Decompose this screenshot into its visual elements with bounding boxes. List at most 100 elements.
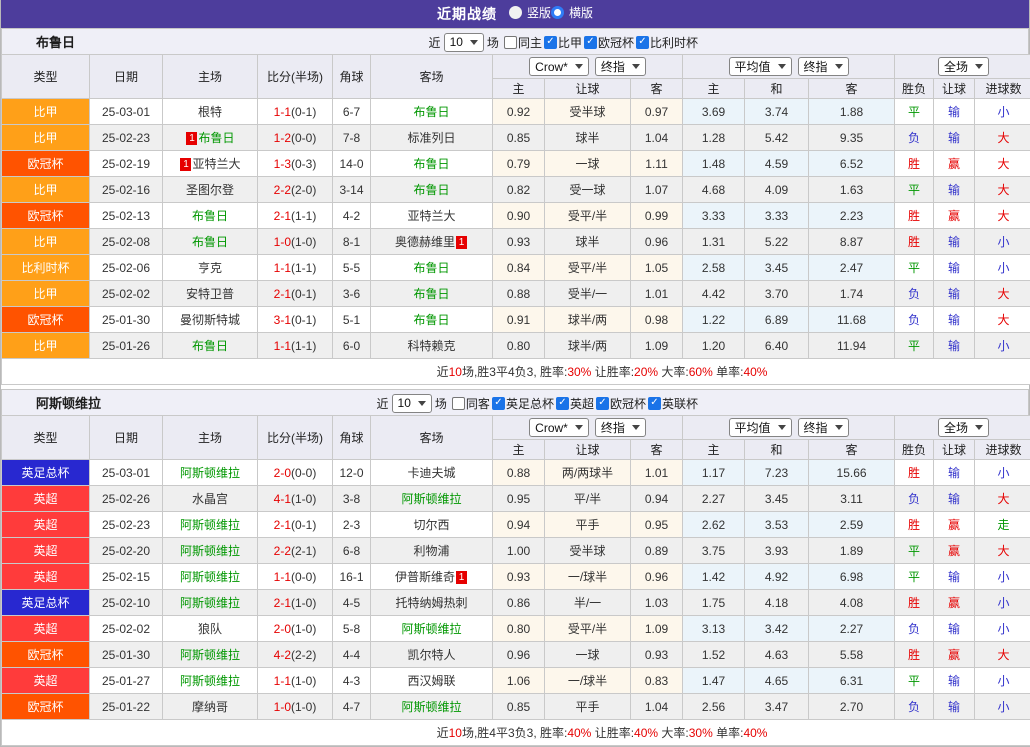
- date-cell: 25-02-23: [90, 125, 163, 151]
- date-cell: 25-02-08: [90, 229, 163, 255]
- away-team-cell: 凯尔特人: [371, 642, 493, 668]
- column-header: 比分(半场): [258, 416, 333, 460]
- match-row: 英足总杯25-02-10阿斯顿维拉2-1(1-0)4-5托特纳姆热刺0.86半/…: [2, 590, 1030, 616]
- sub-column-header: 主: [683, 79, 745, 99]
- league-filter-checkbox[interactable]: ✓比甲: [544, 34, 582, 51]
- average-odds-cell: 3.11: [809, 486, 895, 512]
- average-odds-cell: 2.47: [809, 255, 895, 281]
- team-name: 阿斯顿维拉: [180, 544, 240, 558]
- team-name: 布鲁日: [413, 313, 449, 327]
- final-index-select[interactable]: 终指: [798, 418, 849, 437]
- odds-cell: 球半/两: [545, 307, 631, 333]
- matches-unit-label: 场: [484, 34, 502, 51]
- summary-stat-value: 40%: [567, 726, 591, 740]
- team-name: 阿斯顿维拉: [180, 674, 240, 688]
- league-filter-checkbox[interactable]: ✓欧冠杯: [584, 34, 634, 51]
- team-name: 奥德赫维里: [395, 235, 455, 249]
- score-cell: 4-2(2-2): [258, 642, 333, 668]
- result-cell: 胜: [895, 512, 934, 538]
- home-team-cell: 阿斯顿维拉: [163, 538, 258, 564]
- summary-stat-value: 20%: [634, 365, 658, 379]
- halftime-score: (1-0): [291, 700, 316, 714]
- odds-cell: 受半/一: [545, 281, 631, 307]
- result-cell: 负: [895, 307, 934, 333]
- bookmaker-select[interactable]: Crow*: [529, 57, 589, 76]
- average-odds-cell: 2.62: [683, 512, 745, 538]
- score-cell: 2-1(1-1): [258, 203, 333, 229]
- odds-cell: 1.03: [631, 590, 683, 616]
- sub-column-header: 和: [745, 79, 809, 99]
- chevron-down-icon: [835, 64, 843, 69]
- checkbox-checked-icon[interactable]: ✓: [636, 36, 649, 49]
- odds-cell: 1.01: [631, 460, 683, 486]
- home-team-cell: 布鲁日: [163, 203, 258, 229]
- recent-count-select[interactable]: 10: [444, 33, 484, 52]
- league-type-cell: 比利时杯: [2, 255, 90, 281]
- layout-radio-vertical[interactable]: 竖版: [509, 4, 551, 21]
- average-odds-cell: 6.52: [809, 151, 895, 177]
- league-filter-checkbox[interactable]: ✓比利时杯: [636, 34, 698, 51]
- home-team-cell: 1布鲁日: [163, 125, 258, 151]
- chevron-down-icon: [632, 425, 640, 430]
- away-team-cell: 阿斯顿维拉: [371, 694, 493, 720]
- date-cell: 25-01-30: [90, 307, 163, 333]
- team-name: 阿斯顿维拉: [180, 466, 240, 480]
- chevron-down-icon: [575, 425, 583, 430]
- average-select[interactable]: 平均值: [729, 418, 792, 437]
- home-team-cell: 阿斯顿维拉: [163, 642, 258, 668]
- summary-row: 近10场,胜3平4负3, 胜率:30% 让胜率:20% 大率:60% 单率:40…: [2, 359, 1030, 385]
- checkbox-unchecked-icon[interactable]: [504, 36, 517, 49]
- result-cell: 输: [934, 307, 975, 333]
- average-odds-cell: 9.35: [809, 125, 895, 151]
- result-cell: 输: [934, 229, 975, 255]
- column-header: 类型: [2, 416, 90, 460]
- chevron-down-icon: [778, 64, 786, 69]
- result-cell: 负: [895, 125, 934, 151]
- final-index-select[interactable]: 终指: [798, 57, 849, 76]
- checkbox-checked-icon[interactable]: ✓: [556, 397, 569, 410]
- checkbox-checked-icon[interactable]: ✓: [544, 36, 557, 49]
- average-odds-cell: 1.75: [683, 590, 745, 616]
- league-filter-checkbox[interactable]: ✓英超: [556, 395, 594, 412]
- column-header: 日期: [90, 416, 163, 460]
- average-odds-cell: 3.33: [683, 203, 745, 229]
- team-name: 凯尔特人: [407, 648, 455, 662]
- final-index-select[interactable]: 终指: [595, 418, 646, 437]
- checkbox-checked-icon[interactable]: ✓: [596, 397, 609, 410]
- league-filter-checkbox[interactable]: 同客: [452, 395, 490, 412]
- bookmaker-select[interactable]: Crow*: [529, 418, 589, 437]
- league-filter-checkbox[interactable]: 同主: [504, 34, 542, 51]
- recent-count-select[interactable]: 10: [392, 394, 432, 413]
- result-cell: 输: [934, 333, 975, 359]
- league-filter-checkbox[interactable]: ✓英足总杯: [492, 395, 554, 412]
- checkbox-checked-icon[interactable]: ✓: [492, 397, 505, 410]
- halftime-score: (1-1): [291, 261, 316, 275]
- result-cell: 大: [975, 538, 1030, 564]
- result-cell: 赢: [934, 642, 975, 668]
- date-cell: 25-02-19: [90, 151, 163, 177]
- odds-cell: 球半: [545, 229, 631, 255]
- checkbox-checked-icon[interactable]: ✓: [584, 36, 597, 49]
- bookmaker-select-value: Crow*: [535, 421, 568, 435]
- fulltime-score: 2-0: [274, 622, 291, 636]
- layout-radio-horizontal[interactable]: 横版: [551, 4, 593, 21]
- odds-cell: 0.82: [493, 177, 545, 203]
- checkbox-unchecked-icon[interactable]: [452, 397, 465, 410]
- fulltime-select[interactable]: 全场: [938, 57, 989, 76]
- league-filter-checkbox[interactable]: ✓欧冠杯: [596, 395, 646, 412]
- team-name-header: 阿斯顿维拉: [2, 393, 101, 412]
- average-odds-cell: 2.56: [683, 694, 745, 720]
- checkbox-checked-icon[interactable]: ✓: [648, 397, 661, 410]
- corner-cell: 5-8: [333, 616, 371, 642]
- corner-cell: 16-1: [333, 564, 371, 590]
- match-row: 英超25-02-26水晶宫4-1(1-0)3-8阿斯顿维拉0.95平/半0.94…: [2, 486, 1030, 512]
- average-odds-cell: 1.74: [809, 281, 895, 307]
- average-odds-cell: 1.88: [809, 99, 895, 125]
- fulltime-select[interactable]: 全场: [938, 418, 989, 437]
- league-filter-checkbox[interactable]: ✓英联杯: [648, 395, 698, 412]
- final-index-select[interactable]: 终指: [595, 57, 646, 76]
- sub-column-header: 进球数: [975, 79, 1030, 99]
- average-select[interactable]: 平均值: [729, 57, 792, 76]
- final-index-select-value: 终指: [804, 58, 828, 75]
- away-team-cell: 布鲁日: [371, 99, 493, 125]
